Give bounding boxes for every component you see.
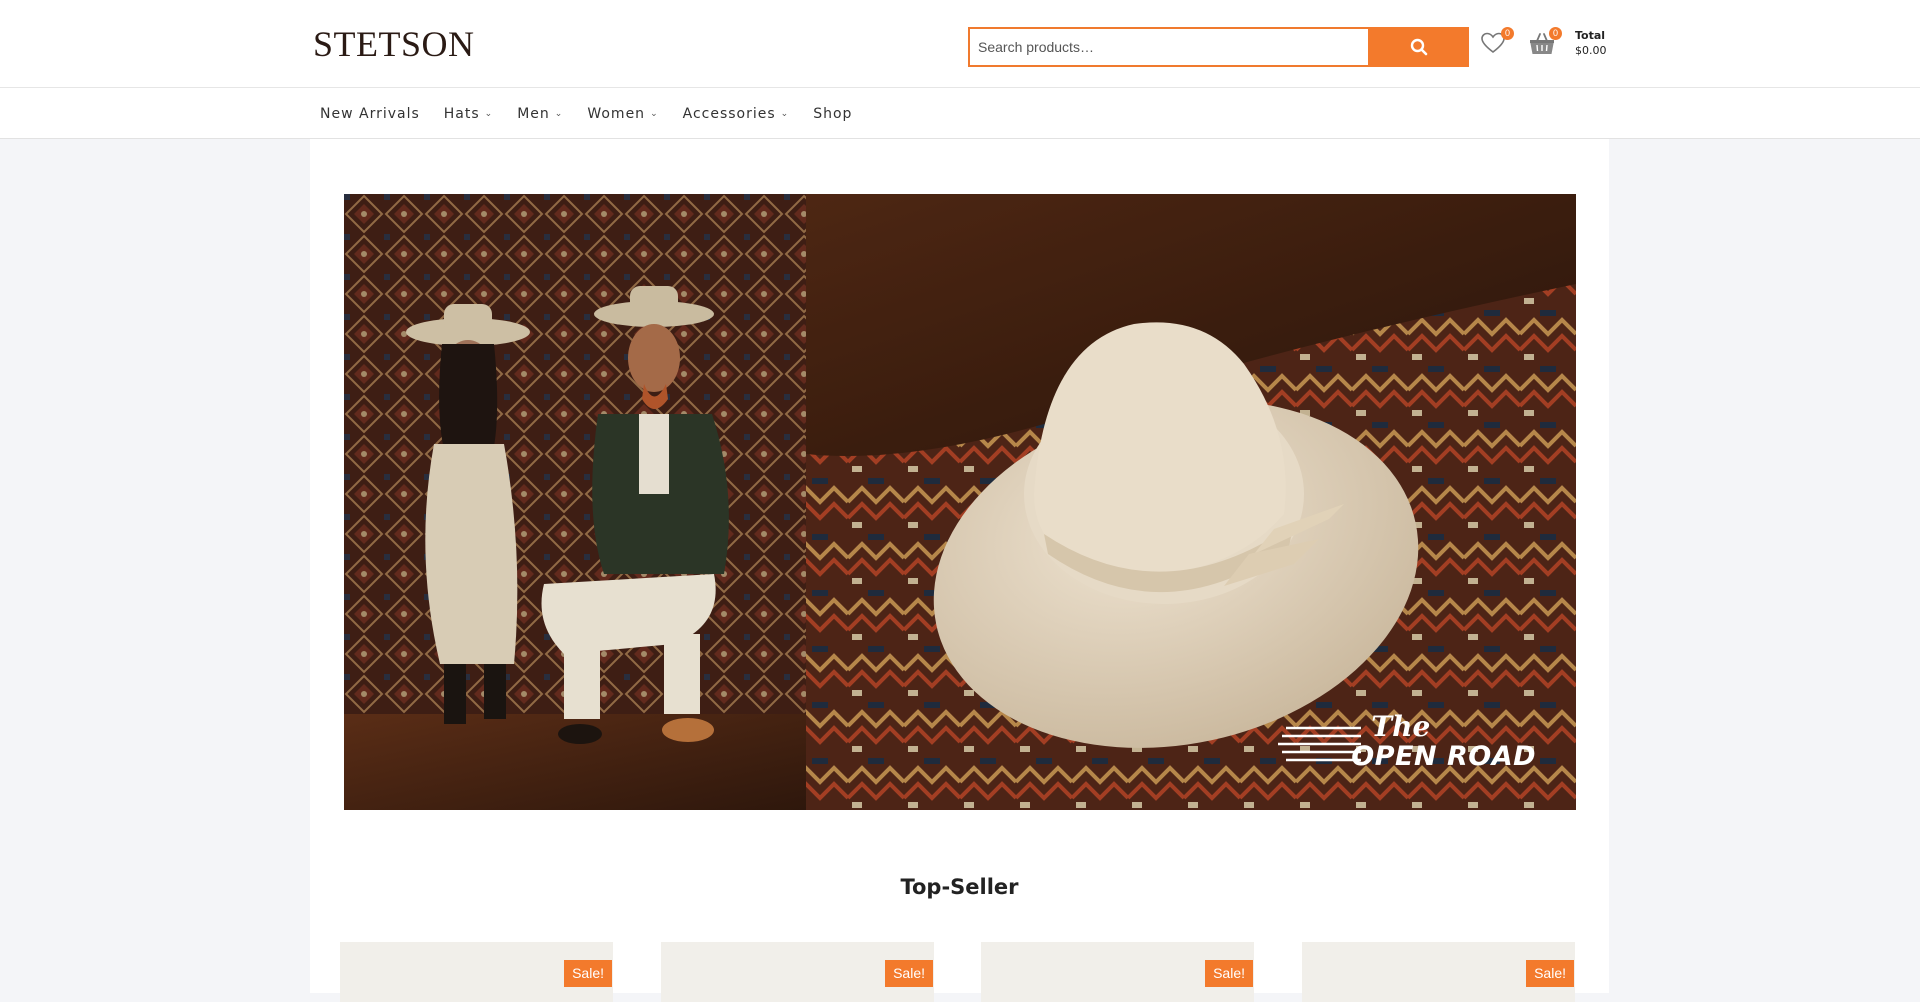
cart-total[interactable]: Total $0.00: [1575, 28, 1607, 58]
cart-total-label: Total: [1575, 29, 1606, 42]
site-logo[interactable]: STETSON: [313, 24, 475, 64]
product-card[interactable]: Sale!: [661, 942, 934, 1002]
chevron-down-icon: ⌄: [650, 108, 659, 119]
chevron-down-icon: ⌄: [484, 108, 494, 119]
nav-item-label: Men: [517, 105, 550, 122]
nav-item-new-arrivals[interactable]: New Arrivals: [320, 106, 420, 122]
main-content: The OPEN ROAD Top-Seller Sale! Sale! Sal…: [310, 139, 1609, 1002]
search-icon: [1410, 38, 1427, 56]
sale-badge: Sale!: [1526, 960, 1574, 987]
nav-item-accessories[interactable]: Accessories ⌄: [683, 106, 790, 122]
product-card[interactable]: Sale!: [1302, 942, 1575, 1002]
main-navigation: New Arrivals Hats ⌄ Men ⌄ Women ⌄ Access…: [0, 88, 1920, 139]
wishlist-button[interactable]: 0: [1480, 27, 1514, 60]
chevron-down-icon: ⌄: [780, 108, 790, 119]
cart-total-value: $0.00: [1575, 44, 1607, 57]
sale-badge: Sale!: [885, 960, 933, 987]
cart-button[interactable]: 0: [1528, 27, 1562, 60]
product-card[interactable]: Sale!: [340, 942, 613, 1002]
site-header: STETSON 0 0 Total $0.00: [0, 0, 1920, 88]
open-road-logo: The OPEN ROAD: [1351, 712, 1536, 772]
search-form: [968, 27, 1469, 67]
wishlist-count-badge: 0: [1501, 27, 1514, 40]
nav-item-label: Women: [587, 105, 646, 122]
sale-badge: Sale!: [1205, 960, 1253, 987]
search-button[interactable]: [1368, 27, 1469, 67]
nav-item-label: Hats: [443, 105, 480, 122]
nav-item-label: Accessories: [682, 105, 776, 122]
nav-item-label: New Arrivals: [320, 105, 420, 122]
product-card[interactable]: Sale!: [981, 942, 1254, 1002]
nav-item-shop[interactable]: Shop: [813, 106, 852, 122]
section-title-top-seller: Top-Seller: [900, 875, 1019, 899]
nav-menu: New Arrivals Hats ⌄ Men ⌄ Women ⌄ Access…: [320, 88, 876, 139]
sale-badge: Sale!: [564, 960, 612, 987]
nav-item-men[interactable]: Men ⌄: [517, 106, 563, 122]
open-road-logo-the: The: [1371, 710, 1431, 743]
chevron-down-icon: ⌄: [554, 108, 564, 119]
nav-item-hats[interactable]: Hats ⌄: [444, 106, 493, 122]
cart-count-badge: 0: [1549, 27, 1562, 40]
open-road-logo-text: OPEN ROAD: [1351, 741, 1536, 772]
search-input[interactable]: [968, 27, 1368, 67]
nav-item-women[interactable]: Women ⌄: [587, 106, 658, 122]
nav-item-label: Shop: [813, 105, 853, 122]
hero-banner[interactable]: The OPEN ROAD: [344, 194, 1576, 810]
